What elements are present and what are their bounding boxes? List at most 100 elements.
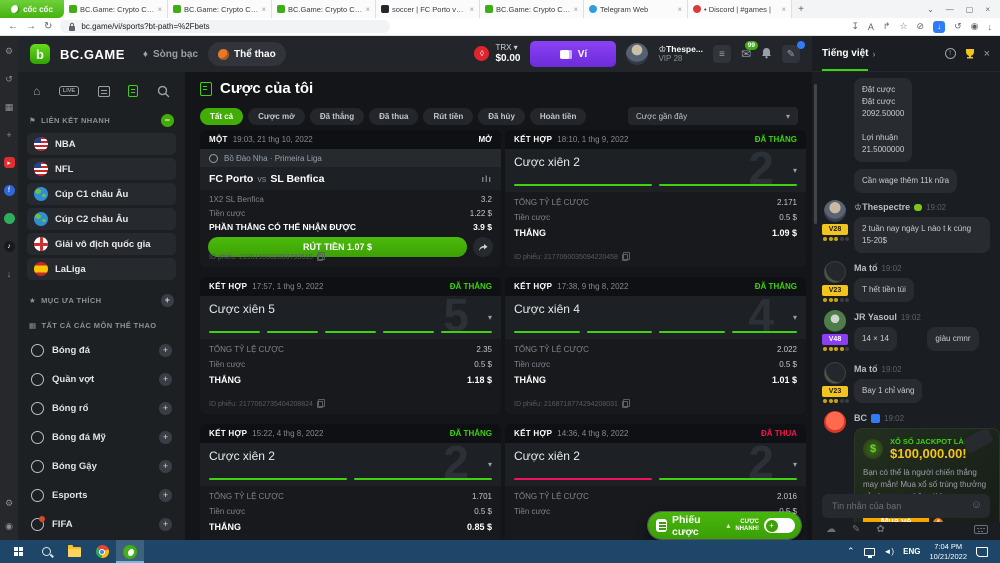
filter-won[interactable]: Đã thắng <box>309 108 365 125</box>
adblock-icon[interactable]: ⊘ <box>917 21 925 32</box>
expand-caret-icon[interactable]: ▾ <box>793 460 797 469</box>
filter-lost[interactable]: Đã thua <box>369 108 419 125</box>
tab-close-icon[interactable]: × <box>469 5 474 14</box>
share-icon[interactable]: ↱ <box>883 21 891 32</box>
sidebar-item-nfl[interactable]: NFL <box>27 158 176 180</box>
tab-close-icon[interactable]: × <box>677 5 682 14</box>
start-button[interactable] <box>4 540 32 563</box>
tab-search-icon[interactable]: ⌄ <box>927 5 934 14</box>
show-hidden-icons[interactable]: ⌃ <box>847 546 855 557</box>
expand-button[interactable]: + <box>159 431 172 444</box>
expand-button[interactable]: + <box>159 518 172 531</box>
add-favorite-button[interactable]: + <box>161 294 174 307</box>
sidebar-item-premier-league[interactable]: Giải vô địch quốc gia <box>27 233 176 255</box>
facebook-icon[interactable]: f <box>3 185 15 196</box>
tab-discord[interactable]: • Discord | #games | × <box>688 0 792 18</box>
user-info[interactable]: ♔Thespe... VIP 28 <box>658 44 702 64</box>
sidebar-item-europa-league[interactable]: Cúp C2 châu Âu <box>27 208 176 230</box>
language-indicator[interactable]: ENG <box>903 547 920 556</box>
add-shortcut-icon[interactable]: + <box>6 130 11 140</box>
sort-dropdown[interactable]: Cược gần đây ▾ <box>628 107 798 125</box>
match-row[interactable]: FC Porto vs SL Benfica ılı <box>200 167 501 190</box>
chat-rules-pencil-icon[interactable]: ✎ <box>852 524 860 535</box>
avatar[interactable] <box>824 261 846 283</box>
tab-close-icon[interactable]: × <box>365 5 370 14</box>
notifications-button[interactable] <box>761 47 772 62</box>
sidebar-item-soccer[interactable]: Bóng đá + <box>27 336 176 365</box>
chat-compose-button[interactable]: ✎ <box>782 41 805 63</box>
chat-username[interactable]: JR Yasoul <box>854 312 897 322</box>
file-explorer-button[interactable] <box>60 540 88 563</box>
expand-button[interactable]: + <box>159 373 172 386</box>
profile-icon[interactable]: ◉ <box>971 21 979 32</box>
sidebar-item-nba[interactable]: NBA <box>27 133 176 155</box>
network-icon[interactable] <box>863 547 875 558</box>
expand-caret-icon[interactable]: ▾ <box>793 166 797 175</box>
quick-bet-toggle[interactable]: + <box>764 518 795 533</box>
wallet-button[interactable]: Ví <box>530 41 617 67</box>
share-bet-button[interactable] <box>473 237 493 257</box>
collapse-button[interactable]: − <box>161 114 174 127</box>
chat-rules-icon[interactable]: ! <box>944 48 956 59</box>
back-button[interactable]: ← <box>8 21 18 32</box>
expand-button[interactable]: + <box>159 460 172 473</box>
grid-icon[interactable]: ▦ <box>5 102 14 113</box>
sidebar-item-esports[interactable]: Esports + <box>27 481 176 510</box>
downloads-active-icon[interactable]: ↓ <box>933 20 946 33</box>
youtube-icon[interactable]: ▸ <box>3 157 15 168</box>
bookmark-star-icon[interactable]: ☆ <box>899 21 907 32</box>
gear-icon[interactable]: ⚙ <box>5 46 13 57</box>
sidebar-item-laliga[interactable]: LaLiga <box>27 258 176 280</box>
rain-icon[interactable]: ☁ <box>826 524 836 535</box>
tab-bcgame-3[interactable]: BC.Game: Crypto Casino × <box>272 0 376 18</box>
expand-button[interactable]: + <box>159 344 172 357</box>
action-center-icon[interactable] <box>976 546 988 557</box>
coccoc-menu-button[interactable]: cốc cốc <box>0 0 64 18</box>
bcgame-logo-text[interactable]: BC.GAME <box>60 47 125 62</box>
tab-telegram[interactable]: Telegram Web × <box>584 0 688 18</box>
sidebar-item-champions-league[interactable]: Cúp C1 châu Âu <box>27 183 176 205</box>
speaker-icon[interactable]: ◄) <box>884 547 895 556</box>
history-arrow-icon[interactable]: ↺ <box>5 74 13 85</box>
sidebar-item-american-football[interactable]: Bóng đá Mỹ + <box>27 423 176 452</box>
forward-button[interactable]: → <box>26 21 36 32</box>
tab-soccer[interactable]: soccer | FC Porto vs SL B × <box>376 0 480 18</box>
nav-casino[interactable]: ♦ Sòng bạc <box>143 49 198 60</box>
translate-icon[interactable]: A <box>868 22 874 32</box>
chat-username[interactable]: Ma tố <box>854 364 878 374</box>
copy-icon[interactable] <box>621 399 630 408</box>
chat-language-tab[interactable]: Tiếng việt <box>822 48 869 59</box>
expand-button[interactable]: + <box>159 489 172 502</box>
my-bets-icon[interactable] <box>128 85 139 97</box>
new-tab-button[interactable]: + <box>792 0 810 18</box>
trophy-icon[interactable] <box>964 48 976 59</box>
betslip-button[interactable]: Phiếu cược ▴ CƯỢC NHANH! + <box>648 512 801 539</box>
tab-close-icon[interactable]: × <box>781 5 786 14</box>
combo-header[interactable]: Cược xiên 2 2 ▾ <box>200 436 501 488</box>
copy-icon[interactable] <box>316 252 325 261</box>
close-chat-icon[interactable]: × <box>984 48 990 60</box>
tab-bcgame-active[interactable]: BC.Game: Crypto Casino × <box>480 0 584 18</box>
live-icon[interactable]: LIVE <box>58 86 80 96</box>
minimize-button[interactable]: — <box>946 5 954 14</box>
combo-header[interactable]: Cược xiên 4 4 ▾ <box>505 289 806 341</box>
chat-message-input[interactable] <box>822 494 990 518</box>
tab-bcgame-2[interactable]: BC.Game: Crypto Casino × <box>168 0 272 18</box>
keyboard-icon[interactable] <box>974 525 988 534</box>
chat-username[interactable]: Ma tố <box>854 263 878 273</box>
filter-all[interactable]: Tất cả <box>200 108 244 125</box>
inbox-button[interactable]: ✉ 99 <box>741 41 758 61</box>
avatar[interactable] <box>824 200 846 222</box>
combo-header[interactable]: Cược xiên 5 5 ▾ <box>200 289 501 341</box>
home-icon[interactable]: ⌂ <box>33 84 40 98</box>
settings-icon[interactable]: ⚙ <box>5 498 13 509</box>
shop-icon[interactable] <box>3 213 15 224</box>
maximize-button[interactable]: ▢ <box>966 5 974 14</box>
copy-icon[interactable] <box>621 252 630 261</box>
expand-caret-icon[interactable]: ▾ <box>793 313 797 322</box>
music-app-icon[interactable]: ♪ <box>3 241 15 252</box>
chrome-button[interactable] <box>88 540 116 563</box>
sidebar-item-fifa[interactable]: FIFA + <box>27 510 176 539</box>
taskbar-search-button[interactable] <box>32 540 60 563</box>
search-icon[interactable] <box>157 85 170 98</box>
